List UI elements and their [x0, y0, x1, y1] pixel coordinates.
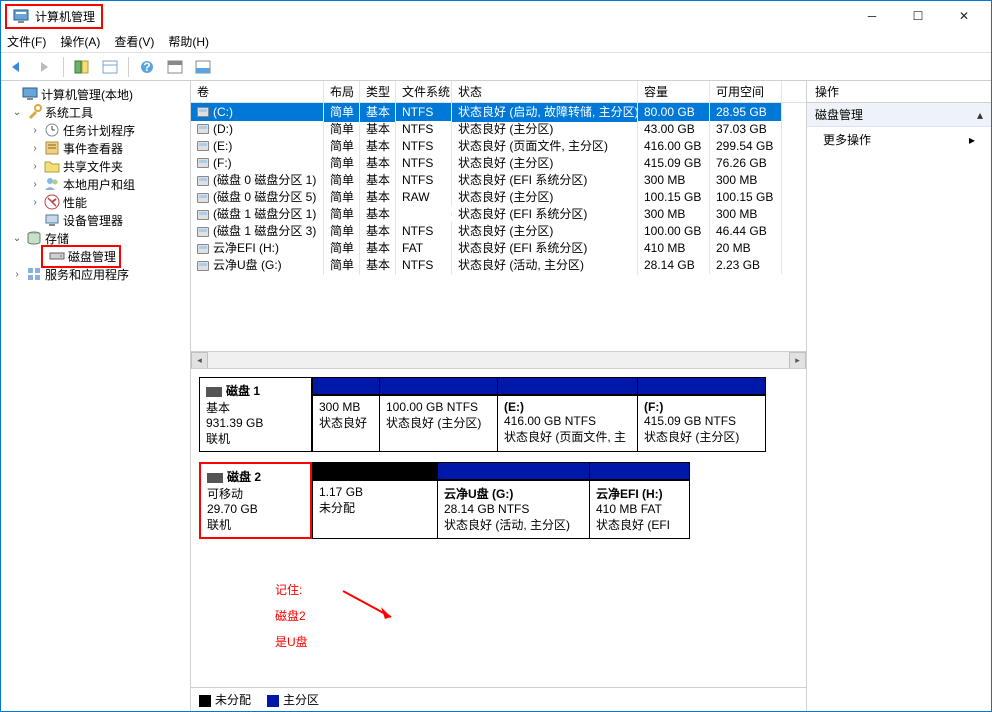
- app-icon: [13, 8, 29, 24]
- col-type[interactable]: 类型: [360, 81, 396, 102]
- view-bottom-button[interactable]: [191, 56, 215, 78]
- legend: 未分配 主分区: [191, 687, 806, 711]
- tree-local-users[interactable]: 本地用户和组: [63, 176, 135, 193]
- drive-icon: [197, 227, 209, 237]
- volume-row[interactable]: 云净U盘 (G:)简单基本NTFS状态良好 (活动, 主分区)28.14 GB2…: [191, 256, 806, 273]
- scroll-right[interactable]: ▸: [789, 352, 806, 369]
- navigation-tree[interactable]: 计算机管理(本地) ⌄系统工具 ›任务计划程序 ›事件查看器 ›共享文件夹 ›本…: [1, 81, 191, 711]
- volume-header[interactable]: 卷 布局 类型 文件系统 状态 容量 可用空间: [191, 81, 806, 103]
- actions-group-diskmgmt[interactable]: 磁盘管理▴: [807, 103, 991, 127]
- tree-event-viewer[interactable]: 事件查看器: [63, 140, 123, 157]
- maximize-button[interactable]: ☐: [895, 1, 941, 31]
- actions-header: 操作: [807, 81, 991, 103]
- svg-text:?: ?: [143, 60, 150, 74]
- back-button[interactable]: [5, 56, 29, 78]
- tree-task-scheduler[interactable]: 任务计划程序: [63, 122, 135, 139]
- users-icon: [44, 176, 60, 192]
- tree-shared-folders[interactable]: 共享文件夹: [63, 158, 123, 175]
- menubar: 文件(F) 操作(A) 查看(V) 帮助(H): [1, 31, 991, 53]
- col-free[interactable]: 可用空间: [710, 81, 782, 102]
- volume-list[interactable]: 卷 布局 类型 文件系统 状态 容量 可用空间 (C:)简单基本NTFS状态良好…: [191, 81, 806, 369]
- tree-system-tools[interactable]: 系统工具: [45, 104, 93, 121]
- disk-hdd-icon: [206, 387, 222, 397]
- services-icon: [26, 266, 42, 282]
- disk1-label[interactable]: 磁盘 1 基本 931.39 GB 联机: [199, 377, 312, 452]
- partition[interactable]: 100.00 GB NTFS状态良好 (主分区): [380, 395, 498, 452]
- tree-disk-management[interactable]: 磁盘管理: [68, 248, 116, 265]
- help-button[interactable]: ?: [135, 56, 159, 78]
- col-status[interactable]: 状态: [452, 81, 638, 102]
- show-hide-button[interactable]: [70, 56, 94, 78]
- folder-share-icon: [44, 158, 60, 174]
- computer-icon: [22, 86, 38, 102]
- disk2-label[interactable]: 磁盘 2 可移动 29.70 GB 联机: [199, 462, 312, 539]
- forward-button: [33, 56, 57, 78]
- disk2-block[interactable]: 磁盘 2 可移动 29.70 GB 联机 1.17 GB未分配云净U盘 (G:)…: [199, 462, 798, 539]
- partition[interactable]: (E:)416.00 GB NTFS状态良好 (页面文件, 主: [498, 395, 638, 452]
- partition[interactable]: 云净EFI (H:)410 MB FAT状态良好 (EFI: [590, 480, 690, 539]
- drive-icon: [197, 141, 209, 151]
- clock-icon: [44, 122, 60, 138]
- col-capacity[interactable]: 容量: [638, 81, 710, 102]
- actions-pane: 操作 磁盘管理▴ 更多操作▸: [807, 81, 991, 711]
- disk-removable-icon: [207, 473, 223, 483]
- menu-action[interactable]: 操作(A): [60, 33, 100, 50]
- refresh-button[interactable]: [98, 56, 122, 78]
- disk-icon: [49, 248, 65, 264]
- device-icon: [44, 212, 60, 228]
- menu-view[interactable]: 查看(V): [114, 33, 154, 50]
- col-layout[interactable]: 布局: [324, 81, 360, 102]
- partition[interactable]: (F:)415.09 GB NTFS状态良好 (主分区): [638, 395, 766, 452]
- legend-primary-swatch: [267, 695, 279, 707]
- partition[interactable]: 1.17 GB未分配: [312, 480, 438, 539]
- titlebar: 计算机管理 ─ ☐ ✕: [1, 1, 991, 31]
- actions-more[interactable]: 更多操作▸: [807, 127, 991, 152]
- drive-icon: [197, 158, 209, 168]
- perf-icon: [44, 194, 60, 210]
- annotation-arrow: [341, 589, 401, 629]
- partition[interactable]: 300 MB状态良好: [312, 395, 380, 452]
- drive-icon: [197, 193, 209, 203]
- toolbar: ?: [1, 53, 991, 81]
- close-button[interactable]: ✕: [941, 1, 987, 31]
- tree-root[interactable]: 计算机管理(本地): [41, 86, 133, 103]
- tree-services[interactable]: 服务和应用程序: [45, 266, 129, 283]
- tools-icon: [26, 104, 42, 120]
- col-fs[interactable]: 文件系统: [396, 81, 452, 102]
- drive-icon: [197, 107, 209, 117]
- partition[interactable]: 云净U盘 (G:)28.14 GB NTFS状态良好 (活动, 主分区): [438, 480, 590, 539]
- col-volume[interactable]: 卷: [191, 81, 324, 102]
- disk1-block[interactable]: 磁盘 1 基本 931.39 GB 联机 300 MB状态良好100.00 GB…: [199, 377, 798, 452]
- drive-icon: [197, 124, 209, 134]
- drive-icon: [197, 176, 209, 186]
- tree-device-manager[interactable]: 设备管理器: [63, 212, 123, 229]
- drive-icon: [197, 210, 209, 220]
- legend-unalloc-swatch: [199, 695, 211, 707]
- volume-hscroll[interactable]: ◂ ▸: [191, 351, 806, 368]
- drive-icon: [197, 261, 209, 271]
- scroll-left[interactable]: ◂: [191, 352, 208, 369]
- view-top-button[interactable]: [163, 56, 187, 78]
- menu-file[interactable]: 文件(F): [7, 33, 46, 50]
- tree-performance[interactable]: 性能: [63, 194, 87, 211]
- event-icon: [44, 140, 60, 156]
- minimize-button[interactable]: ─: [849, 1, 895, 31]
- menu-help[interactable]: 帮助(H): [168, 33, 209, 50]
- drive-icon: [197, 244, 209, 254]
- annotation-text: 记住: 磁盘2 是U盘: [275, 577, 308, 655]
- window-title: 计算机管理: [35, 8, 95, 25]
- storage-icon: [26, 230, 42, 246]
